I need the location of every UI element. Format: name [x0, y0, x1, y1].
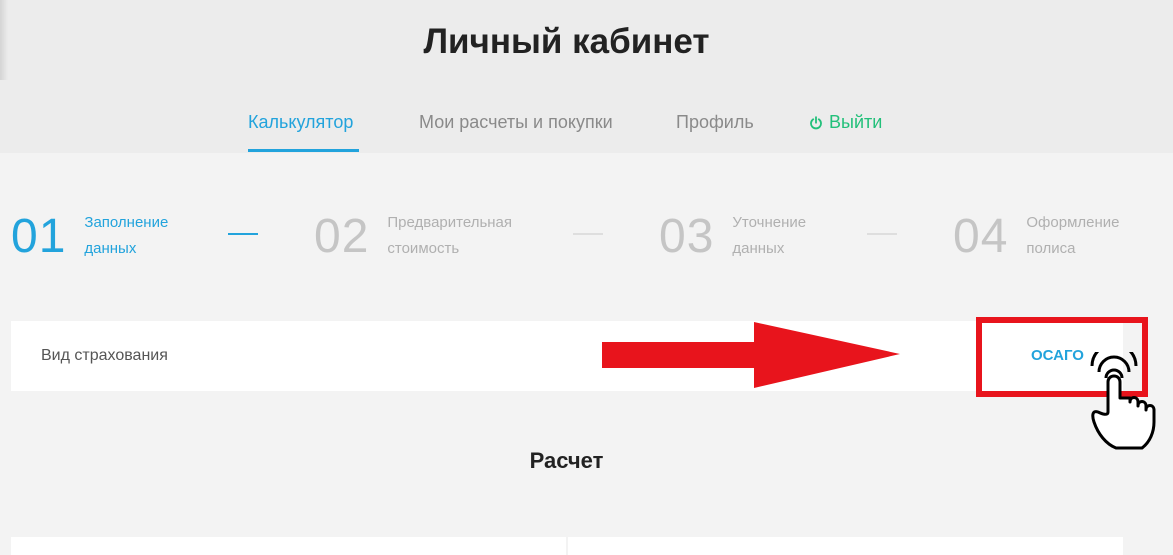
step-label-line: данных: [732, 240, 785, 257]
step-separator: [573, 233, 603, 235]
step-label-line: данных: [84, 240, 137, 257]
page-title: Личный кабинет: [423, 22, 710, 61]
step-label: Оформление полиса: [1026, 210, 1119, 262]
header: Личный кабинет Калькулятор Мои расчеты и…: [0, 0, 1173, 153]
pointing-hand-icon: [1090, 352, 1156, 450]
step-separator: [228, 233, 258, 235]
calculation-title: Расчет: [529, 448, 604, 473]
red-arrow-icon: [602, 322, 900, 388]
step-label: Заполнение данных: [84, 210, 168, 262]
tab-profile[interactable]: Профиль: [676, 112, 754, 133]
step-label-line: стоимость: [387, 240, 460, 257]
active-tab-underline: [248, 149, 359, 152]
step-2: 02 Предварительная стоимость: [314, 207, 512, 267]
step-label: Предварительная стоимость: [387, 210, 512, 262]
step-number: 01: [11, 210, 67, 263]
step-separator: [867, 233, 897, 235]
step-label-line: Оформление: [1026, 214, 1120, 231]
bottom-card-left: [11, 537, 566, 555]
bottom-card-right: [568, 537, 1123, 555]
step-label-line: Предварительная: [387, 214, 513, 231]
step-label: Уточнение данных: [732, 210, 806, 262]
tab-my-calculations[interactable]: Мои расчеты и покупки: [419, 112, 613, 133]
insurance-type-row[interactable]: Вид страхования ОСАГО: [11, 321, 1123, 391]
insurance-type-label: Вид страхования: [41, 347, 168, 364]
logout-button[interactable]: Выйти: [809, 112, 882, 133]
step-1: 01 Заполнение данных: [11, 207, 168, 267]
step-4: 04 Оформление полиса: [953, 207, 1120, 267]
logout-label: Выйти: [829, 112, 883, 132]
power-icon: [810, 115, 822, 129]
step-number: 04: [953, 210, 1009, 263]
step-label-line: полиса: [1026, 240, 1076, 257]
tab-calculator[interactable]: Калькулятор: [248, 112, 353, 133]
step-number: 02: [314, 210, 370, 263]
step-label-line: Уточнение: [732, 214, 807, 231]
step-label-line: Заполнение: [84, 214, 169, 231]
step-3: 03 Уточнение данных: [659, 207, 806, 267]
step-number: 03: [659, 210, 715, 263]
